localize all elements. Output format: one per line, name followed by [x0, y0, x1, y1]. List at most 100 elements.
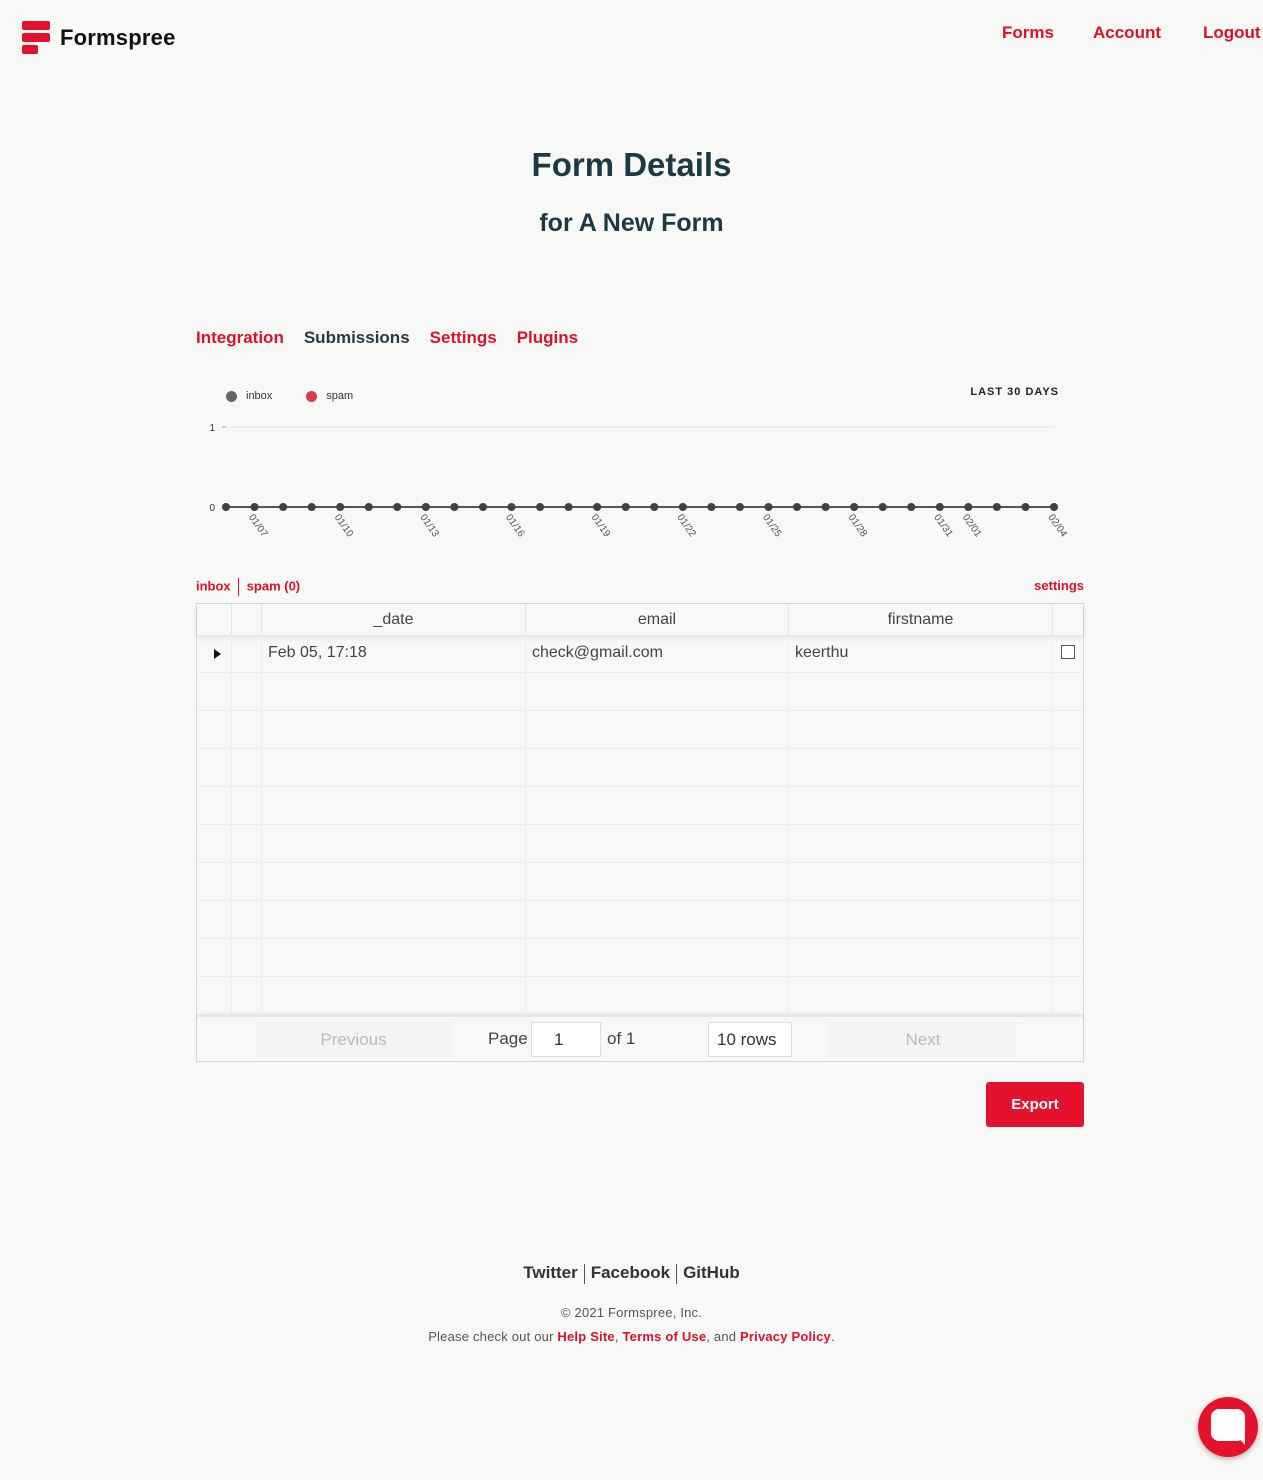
x-tick-label: 01/22: [674, 512, 698, 539]
brand-logo[interactable]: Formspree: [22, 21, 176, 55]
data-point: [336, 503, 345, 511]
terms-link[interactable]: Terms of Use: [622, 1329, 706, 1344]
chat-bubble-tail: [1236, 1435, 1245, 1445]
nav-logout[interactable]: Logout: [1203, 23, 1261, 43]
legend-item-spam[interactable]: spam: [306, 390, 353, 402]
legend-item-inbox[interactable]: inbox: [226, 390, 272, 402]
empty-cell: [1053, 977, 1083, 1015]
empty-cell: [262, 787, 526, 825]
nav-forms[interactable]: Forms: [1002, 23, 1054, 43]
privacy-link[interactable]: Privacy Policy: [740, 1329, 831, 1344]
footer-social-links: Twitter Facebook GitHub: [0, 1263, 1263, 1284]
empty-cell: [232, 673, 262, 711]
footer-link-github[interactable]: GitHub: [683, 1263, 740, 1282]
next-button[interactable]: Next: [829, 1021, 1017, 1059]
tab-integration[interactable]: Integration: [196, 328, 284, 348]
empty-cell: [262, 749, 526, 787]
footer-link-facebook[interactable]: Facebook: [591, 1263, 670, 1282]
subnav-divider: [237, 578, 239, 596]
empty-cell: [232, 863, 262, 901]
x-tick-label: 01/13: [417, 512, 441, 539]
data-point: [222, 503, 230, 511]
chart-plot: 1 0 01/07 01/10 01/13 01/16 01/19 01/22 01/25 01/…: [209, 423, 1070, 540]
expand-caret-icon[interactable]: [214, 649, 221, 659]
previous-button[interactable]: Previous: [256, 1021, 451, 1059]
legend-label-spam: spam: [326, 390, 354, 402]
empty-cell: [232, 749, 262, 787]
inbox-link[interactable]: inbox: [196, 578, 231, 593]
empty-cell: [789, 901, 1053, 939]
tab-settings[interactable]: Settings: [430, 328, 497, 348]
legend-dot-spam: [306, 390, 318, 402]
column-header-date[interactable]: _date: [262, 604, 526, 635]
empty-cell: [262, 673, 526, 711]
chart-legend: inbox spam: [226, 390, 387, 402]
table-row-empty: [197, 939, 1083, 977]
tab-submissions[interactable]: Submissions: [304, 328, 410, 348]
firstname-cell: keerthu: [789, 635, 1053, 673]
empty-cell: [526, 749, 789, 787]
data-point: [992, 503, 1001, 511]
status-cell: [232, 635, 262, 673]
empty-cell: [526, 939, 789, 977]
data-point: [964, 503, 973, 511]
empty-cell: [197, 939, 232, 977]
data-point: [821, 503, 830, 511]
y-tick-label: 1: [209, 423, 215, 434]
chart-range-label: LAST 30 DAYS: [970, 386, 1059, 398]
data-point: [250, 503, 259, 511]
spam-link[interactable]: spam (0): [247, 578, 300, 593]
page-number-input[interactable]: 1: [531, 1022, 601, 1057]
table-row-empty: [197, 825, 1083, 863]
empty-cell: [197, 901, 232, 939]
data-point: [907, 503, 916, 511]
nav-account[interactable]: Account: [1093, 23, 1161, 43]
empty-cell: [1053, 901, 1083, 939]
empty-cell: [789, 825, 1053, 863]
expand-cell[interactable]: [197, 635, 232, 673]
table-header: _date email firstname: [197, 604, 1083, 635]
empty-cell: [197, 749, 232, 787]
column-header-firstname[interactable]: firstname: [789, 604, 1053, 635]
empty-cell: [197, 863, 232, 901]
tab-plugins[interactable]: Plugins: [517, 328, 578, 348]
footer-link-twitter[interactable]: Twitter: [523, 1263, 577, 1282]
row-select-checkbox[interactable]: [1061, 645, 1075, 659]
data-point: [678, 503, 687, 511]
empty-cell: [262, 825, 526, 863]
data-point: [850, 503, 859, 511]
empty-cell: [1053, 711, 1083, 749]
data-point: [450, 503, 459, 511]
header-status: [232, 604, 262, 635]
empty-cell: [526, 977, 789, 1015]
empty-cell: [197, 673, 232, 711]
empty-cell: [262, 977, 526, 1015]
chat-widget-button[interactable]: [1198, 1397, 1258, 1457]
table-settings-link[interactable]: settings: [1034, 578, 1084, 593]
column-header-email[interactable]: email: [526, 604, 789, 635]
empty-cell: [789, 749, 1053, 787]
empty-cell: [526, 711, 789, 749]
data-point: [878, 503, 887, 511]
help-site-link[interactable]: Help Site: [557, 1329, 614, 1344]
pagination: Previous Page 1 of 1 10 rows Next: [197, 1015, 1083, 1061]
x-tick-label: 02/01: [960, 512, 984, 539]
empty-cell: [789, 863, 1053, 901]
data-point: [564, 503, 573, 511]
data-point: [421, 503, 430, 511]
table-row[interactable]: Feb 05, 17:18 check@gmail.com keerthu: [197, 635, 1083, 673]
page-label: Page: [488, 1029, 528, 1048]
data-point: [621, 503, 630, 511]
empty-cell: [197, 977, 232, 1015]
empty-cell: [262, 863, 526, 901]
email-cell: check@gmail.com: [526, 635, 789, 673]
export-button[interactable]: Export: [986, 1082, 1084, 1127]
rows-per-page-select[interactable]: 10 rows: [708, 1022, 792, 1057]
x-tick-label: 01/16: [503, 512, 527, 539]
brand-name: Formspree: [60, 25, 176, 50]
page-subtitle: for A New Form: [539, 209, 724, 237]
empty-cell: [262, 901, 526, 939]
x-tick-label: 02/04: [1046, 512, 1070, 539]
empty-cell: [1053, 939, 1083, 977]
copyright: © 2021 Formspree, Inc.: [560, 1305, 703, 1320]
